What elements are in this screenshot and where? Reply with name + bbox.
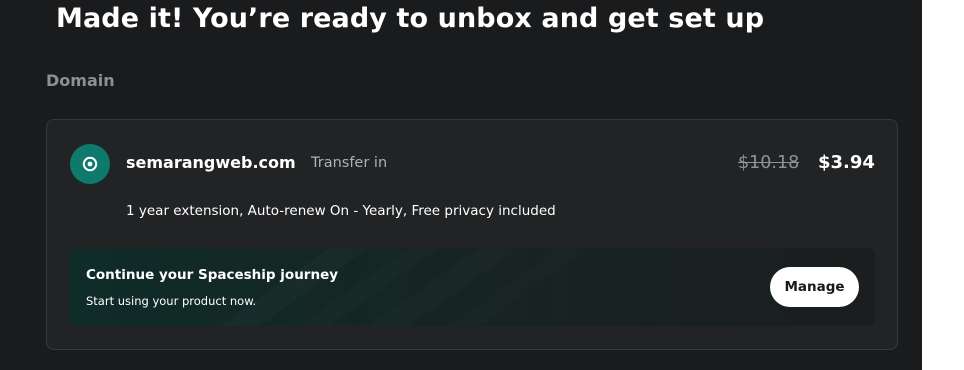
banner-stripes-decoration xyxy=(69,248,875,326)
journey-title: Continue your Spaceship journey xyxy=(86,267,339,283)
domain-order-card: semarangweb.com Transfer in $10.18 $3.94… xyxy=(46,119,898,350)
journey-subtitle: Start using your product now. xyxy=(86,294,257,308)
section-label-domain: Domain xyxy=(46,71,115,90)
domain-name: semarangweb.com xyxy=(126,153,296,172)
journey-banner: Continue your Spaceship journey Start us… xyxy=(69,248,875,326)
domain-target-icon xyxy=(70,144,110,184)
original-price: $10.18 xyxy=(738,153,800,173)
discounted-price: $3.94 xyxy=(818,152,875,173)
domain-details: 1 year extension, Auto-renew On - Yearly… xyxy=(126,203,556,219)
order-confirmation-panel: Made it! You’re ready to unbox and get s… xyxy=(0,0,922,370)
page-title: Made it! You’re ready to unbox and get s… xyxy=(56,3,765,34)
domain-action-type: Transfer in xyxy=(311,155,388,171)
manage-button[interactable]: Manage xyxy=(770,267,859,307)
